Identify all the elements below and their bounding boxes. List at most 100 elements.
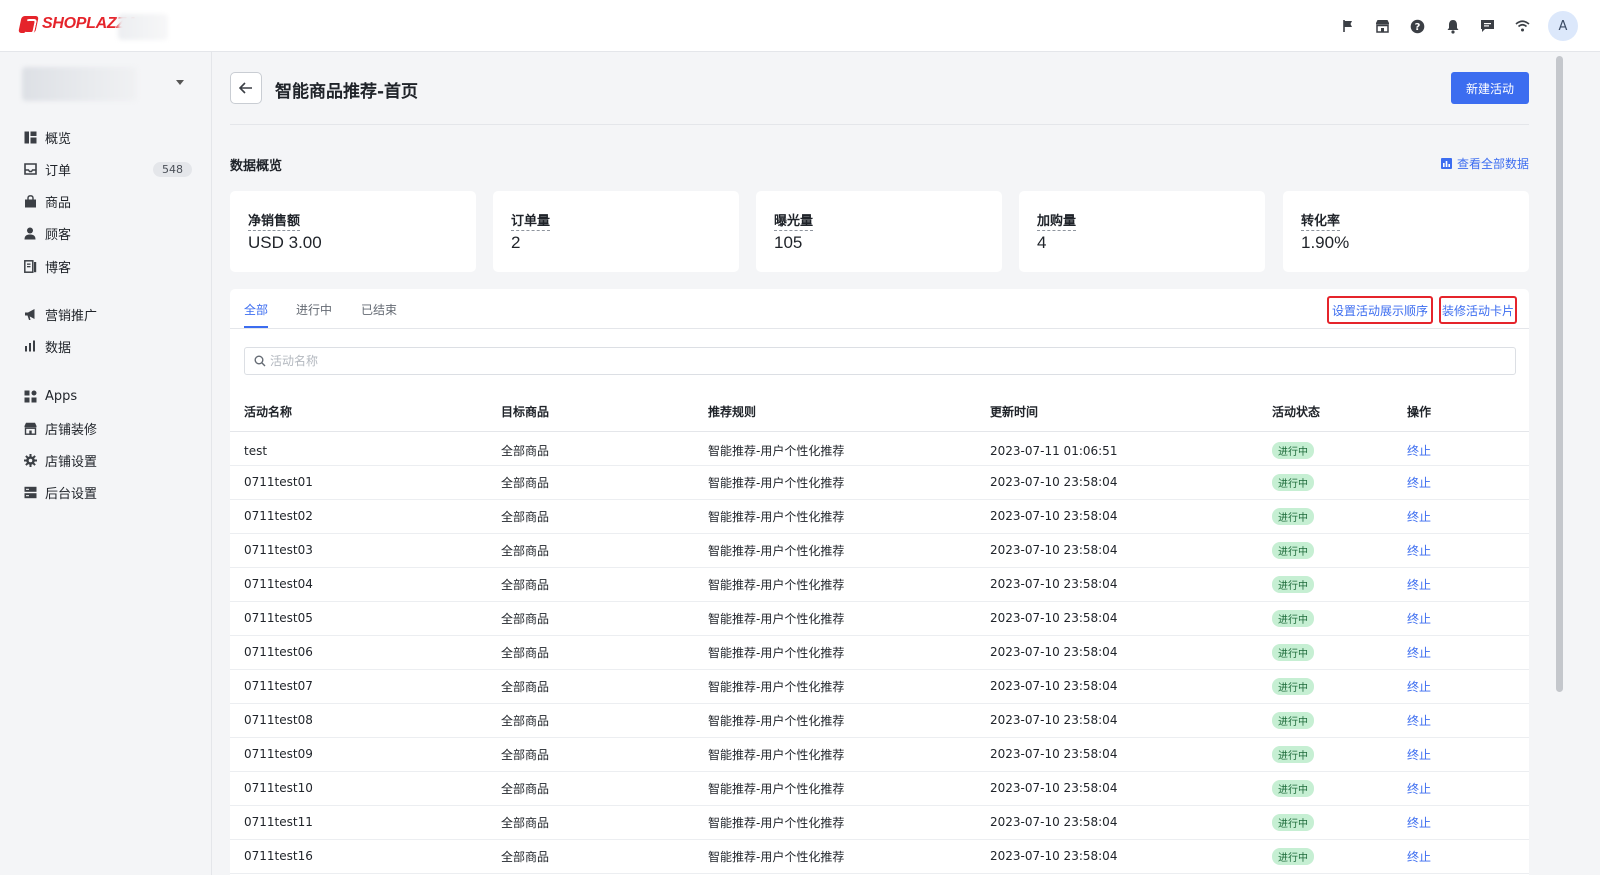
cell-text: 0711test06	[244, 645, 313, 659]
tab-ended[interactable]: 已结束	[361, 301, 397, 318]
cell-text: 2023-07-10 23:58:04	[990, 645, 1118, 659]
help-icon[interactable]: ?	[1400, 11, 1435, 41]
cell-text: 全部商品	[501, 849, 550, 864]
storefront-icon	[23, 421, 37, 435]
sidebar-item-apps[interactable]: Apps	[14, 382, 200, 410]
new-campaign-button[interactable]: 新建活动	[1451, 72, 1529, 104]
action-cell: 终止	[1393, 771, 1529, 806]
sidebar: 概览 订单 548 商品 顾客 博客 营销推广 数据 Apps 店铺装修 店铺设…	[0, 52, 212, 875]
flag-icon[interactable]	[1330, 11, 1365, 41]
store-icon[interactable]	[1365, 11, 1400, 41]
blurred-store-selector[interactable]	[22, 67, 137, 101]
status-badge: 进行中	[1272, 813, 1314, 831]
sidebar-item-blog[interactable]: 博客	[14, 252, 200, 280]
recommendation-rule-cell: 智能推荐-用户个性化推荐	[694, 771, 976, 806]
chevron-down-icon[interactable]	[176, 80, 184, 85]
stop-campaign-link[interactable]: 终止	[1407, 748, 1431, 762]
tab-in-progress[interactable]: 进行中	[296, 301, 332, 318]
sidebar-item-overview[interactable]: 概览	[14, 123, 200, 151]
stop-campaign-link[interactable]: 终止	[1407, 510, 1431, 524]
set-display-order-link[interactable]: 设置活动展示顺序	[1327, 296, 1433, 324]
sidebar-item-label: 数据	[45, 340, 72, 356]
status-badge: 进行中	[1272, 745, 1314, 763]
view-all-data-link[interactable]: 查看全部数据	[1440, 155, 1529, 172]
sidebar-item-marketing[interactable]: 营销推广	[14, 300, 200, 328]
stop-campaign-link[interactable]: 终止	[1407, 444, 1431, 458]
stop-campaign-link[interactable]: 终止	[1407, 714, 1431, 728]
sidebar-item-products[interactable]: 商品	[14, 187, 200, 215]
table-row: 0711test06 全部商品 智能推荐-用户个性化推荐 2023-07-10 23:…	[230, 635, 1529, 670]
cell-text: 智能推荐-用户个性化推荐	[708, 849, 845, 864]
blurred-store-name	[118, 14, 168, 40]
cell-text: 智能推荐-用户个性化推荐	[708, 577, 845, 592]
target-products-cell: 全部商品	[487, 635, 694, 670]
updated-time-cell: 2023-07-10 23:58:04	[976, 465, 1258, 500]
stop-campaign-link[interactable]: 终止	[1407, 544, 1431, 558]
cell-text: 智能推荐-用户个性化推荐	[708, 815, 845, 830]
search-input[interactable]	[270, 354, 1470, 368]
status-cell: 进行中	[1258, 431, 1393, 466]
decorate-card-link[interactable]: 装修活动卡片	[1439, 296, 1517, 324]
scrollbar-thumb[interactable]	[1556, 56, 1563, 692]
chat-icon[interactable]	[1470, 11, 1505, 41]
stat-value: 2	[511, 233, 521, 252]
cell-text: 智能推荐-用户个性化推荐	[708, 747, 845, 762]
campaign-name-cell: 0711test06	[230, 635, 487, 670]
bell-icon[interactable]	[1435, 11, 1470, 41]
sidebar-item-store-design[interactable]: 店铺装修	[14, 414, 200, 442]
cell-text: 智能推荐-用户个性化推荐	[708, 645, 845, 660]
stop-campaign-link[interactable]: 终止	[1407, 646, 1431, 660]
stop-campaign-link[interactable]: 终止	[1407, 816, 1431, 830]
stop-campaign-link[interactable]: 终止	[1407, 782, 1431, 796]
updated-time-cell: 2023-07-10 23:58:04	[976, 771, 1258, 806]
stat-label[interactable]: 订单量	[511, 210, 551, 231]
cell-text: 全部商品	[501, 543, 550, 558]
wifi-icon[interactable]	[1505, 11, 1540, 41]
stat-label[interactable]: 净销售额	[248, 210, 301, 231]
status-badge: 进行中	[1272, 507, 1314, 525]
table-row: 0711test11 全部商品 智能推荐-用户个性化推荐 2023-07-10 23:…	[230, 805, 1529, 840]
cell-text: 0711test07	[244, 679, 313, 693]
sidebar-item-customers[interactable]: 顾客	[14, 219, 200, 247]
stop-campaign-link[interactable]: 终止	[1407, 578, 1431, 592]
status-badge: 进行中	[1272, 711, 1314, 729]
cell-text: 0711test05	[244, 611, 313, 625]
user-avatar[interactable]: A	[1548, 11, 1578, 41]
stop-campaign-link[interactable]: 终止	[1407, 680, 1431, 694]
cell-text: 2023-07-10 23:58:04	[990, 543, 1118, 557]
stop-campaign-link[interactable]: 终止	[1407, 850, 1431, 864]
table-row: test 全部商品 智能推荐-用户个性化推荐 2023-07-11 01:06:51 进…	[230, 431, 1529, 466]
status-cell: 进行中	[1258, 805, 1393, 840]
table-row: 0711test07 全部商品 智能推荐-用户个性化推荐 2023-07-10 23:…	[230, 669, 1529, 704]
back-button[interactable]	[230, 72, 262, 104]
cell-text: 0711test04	[244, 577, 313, 591]
stat-label[interactable]: 转化率	[1301, 210, 1341, 231]
sidebar-item-admin-settings[interactable]: 后台设置	[14, 478, 200, 506]
stop-campaign-link[interactable]: 终止	[1407, 612, 1431, 626]
tab-all[interactable]: 全部	[244, 301, 268, 318]
table-row: 0711test05 全部商品 智能推荐-用户个性化推荐 2023-07-10 23:…	[230, 601, 1529, 636]
page-scrollbar[interactable]	[1552, 52, 1568, 875]
updated-time-cell: 2023-07-10 23:58:04	[976, 567, 1258, 602]
status-badge: 进行中	[1272, 442, 1314, 459]
status-badge: 进行中	[1272, 643, 1314, 661]
table-body: test 全部商品 智能推荐-用户个性化推荐 2023-07-11 01:06:51 进…	[230, 431, 1529, 874]
status-cell: 进行中	[1258, 635, 1393, 670]
updated-time-cell: 2023-07-10 23:58:04	[976, 839, 1258, 874]
stat-label[interactable]: 曝光量	[774, 210, 814, 231]
sidebar-item-orders[interactable]: 订单 548	[14, 155, 200, 183]
stop-campaign-link[interactable]: 终止	[1407, 476, 1431, 490]
cell-text: 2023-07-10 23:58:04	[990, 509, 1118, 523]
cell-text: 智能推荐-用户个性化推荐	[708, 509, 845, 524]
cell-text: 全部商品	[501, 781, 550, 796]
cell-text: 全部商品	[501, 815, 550, 830]
stat-label[interactable]: 加购量	[1037, 210, 1077, 231]
order-count-badge: 548	[153, 161, 192, 177]
campaign-name-cell: 0711test03	[230, 533, 487, 568]
sidebar-item-store-settings[interactable]: 店铺设置	[14, 446, 200, 474]
status-cell: 进行中	[1258, 771, 1393, 806]
status-badge: 进行中	[1272, 473, 1314, 491]
table-row: 0711test04 全部商品 智能推荐-用户个性化推荐 2023-07-10 23:…	[230, 567, 1529, 602]
recommendation-rule-cell: 智能推荐-用户个性化推荐	[694, 635, 976, 670]
sidebar-item-analytics[interactable]: 数据	[14, 332, 200, 360]
